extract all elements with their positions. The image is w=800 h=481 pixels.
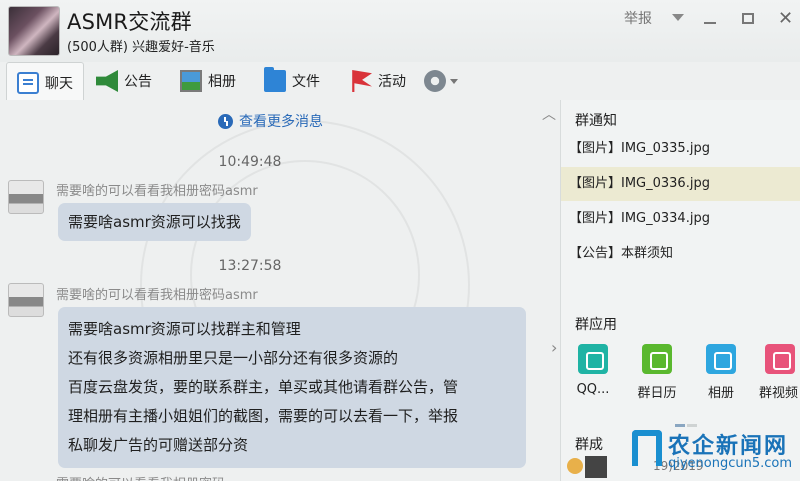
video-icon [765, 344, 795, 374]
watermark-url: qiyenongcun5.com [668, 456, 793, 471]
maximize-icon[interactable] [742, 8, 754, 28]
sender-name[interactable]: 需要啥的可以看看我相册密码asmr [56, 284, 258, 303]
minimize-icon[interactable] [704, 8, 716, 28]
avatar[interactable] [8, 180, 44, 214]
app-qq[interactable]: QQ... [561, 344, 625, 397]
album-icon [180, 70, 202, 92]
tab-album[interactable]: 相册 [180, 62, 236, 100]
notice-item[interactable]: 【图片】IMG_0334.jpg [561, 202, 800, 236]
notice-item[interactable]: 【图片】IMG_0335.jpg [561, 132, 800, 166]
message-line: 还有很多资源相册里只是一小部分还有很多资源的 [68, 349, 399, 367]
megaphone-icon [96, 70, 118, 92]
folder-icon [264, 67, 286, 92]
sender-name[interactable]: 需要啥的可以看看我相册密码asmr [56, 180, 258, 199]
collapse-icon[interactable]: ︿ [542, 104, 556, 124]
tab-activity[interactable]: 活动 [350, 62, 406, 100]
tab-notice-label: 公告 [124, 74, 152, 90]
message-line: 百度云盘发货，要的联系群主，单买或其他请看群公告，管 [68, 378, 459, 396]
flag-icon [352, 70, 372, 92]
phone-icon [578, 344, 608, 374]
tab-files-label: 文件 [292, 74, 320, 90]
notice-item[interactable]: 【图片】IMG_0336.jpg [561, 167, 800, 201]
expand-icon[interactable]: › [551, 338, 557, 357]
message-line: 需要啥asmr资源可以找我 [68, 213, 241, 231]
tab-chat[interactable]: 聊天 [6, 62, 84, 102]
user-icon [567, 458, 583, 474]
title-bar: ASMR交流群 (500人群) 兴趣爱好-音乐 举报 ✕ [0, 0, 800, 62]
tab-album-label: 相册 [208, 74, 236, 90]
app-label: 相册 [707, 386, 734, 401]
tab-chat-label: 聊天 [45, 75, 73, 92]
notice-title: 群通知 [575, 113, 617, 129]
chevron-down-icon[interactable] [672, 8, 684, 25]
close-icon[interactable]: ✕ [778, 8, 793, 29]
app-label: QQ... [576, 382, 610, 397]
app-album[interactable]: 相册 [689, 344, 753, 401]
app-calendar[interactable]: 群日历 [625, 344, 689, 401]
app-label: 群视频 [759, 386, 799, 401]
message-line: 理相册有主播小姐姐们的截图，需要的可以去看一下，举报 [68, 407, 459, 425]
view-more-messages-label: 查看更多消息 [239, 114, 323, 130]
sender-name[interactable]: 需要啥的可以看看我相册密码 [56, 473, 225, 481]
gear-icon [424, 70, 446, 92]
group-info: (500人群) 兴趣爱好-音乐 [67, 40, 215, 55]
group-toolbar: 聊天 公告 相册 文件 活动 [0, 62, 800, 102]
message-bubble[interactable]: 需要啥asmr资源可以找我 [58, 203, 251, 241]
app-list: QQ... 群日历 相册 群视频 [561, 344, 800, 414]
group-avatar[interactable] [8, 6, 60, 56]
app-video[interactable]: 群视频 [753, 344, 800, 401]
chat-icon [17, 71, 39, 94]
tab-files[interactable]: 文件 [264, 62, 320, 100]
tab-settings[interactable] [424, 62, 458, 100]
notice-item[interactable]: 【公告】本群须知 [561, 237, 800, 271]
clock-icon [218, 113, 233, 129]
message-line: 私聊发广告的可赠送部分资 [68, 436, 249, 454]
app-label: 群日历 [637, 386, 677, 401]
apps-title: 群应用 [575, 317, 617, 333]
chevron-down-icon [450, 78, 458, 84]
logo-icon [632, 430, 662, 466]
view-more-messages-link[interactable]: 查看更多消息 [218, 111, 323, 131]
calendar-icon [642, 344, 672, 374]
report-button[interactable]: 举报 [624, 8, 652, 28]
site-watermark: 农企新闻网 qiyenongcun5.com [632, 428, 800, 481]
tab-notice[interactable]: 公告 [96, 62, 152, 100]
avatar [585, 456, 607, 478]
message-line: 需要啥asmr资源可以找群主和管理 [68, 320, 301, 338]
photo-icon [706, 344, 736, 374]
chat-panel[interactable]: ︿ 查看更多消息 10:49:48 需要啥的可以看看我相册密码asmr 需要啥a… [0, 100, 560, 481]
tab-activity-label: 活动 [378, 74, 406, 90]
message-timestamp: 13:27:58 [218, 258, 282, 274]
group-sidebar: 群通知 【图片】IMG_0335.jpg 【图片】IMG_0336.jpg 【图… [551, 100, 800, 481]
avatar[interactable] [8, 283, 44, 317]
members-title: 群成 [575, 437, 603, 453]
group-name[interactable]: ASMR交流群 [67, 6, 192, 36]
message-timestamp: 10:49:48 [218, 154, 282, 170]
message-bubble[interactable]: 需要啥asmr资源可以找群主和管理 还有很多资源相册里只是一小部分还有很多资源的… [58, 307, 526, 468]
